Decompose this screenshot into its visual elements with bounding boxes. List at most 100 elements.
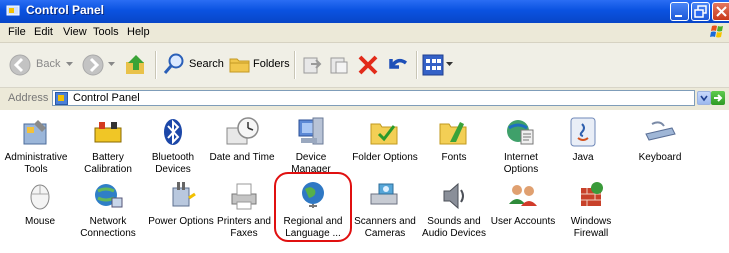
minimize-button[interactable]: [670, 2, 689, 21]
toolbar: Back Search Folders: [0, 43, 729, 88]
item-label: Bluetooth: [151, 152, 195, 163]
item-power-options[interactable]: Power Options: [145, 178, 217, 228]
undo-icon[interactable]: [386, 53, 410, 77]
item-label: Power Options: [148, 216, 214, 227]
maximize-button[interactable]: [691, 2, 710, 21]
chevron-down-icon[interactable]: [66, 62, 73, 67]
item-label: Devices: [155, 164, 191, 175]
item-label: Network: [89, 216, 127, 227]
address-bar: Address Control Panel: [0, 88, 729, 111]
control-panel-icon: [6, 5, 20, 16]
back-arrow-icon[interactable]: [8, 53, 32, 77]
menu-bar: File Edit View Tools Help: [0, 23, 729, 43]
keyboard-icon: [645, 121, 676, 141]
item-fonts[interactable]: Fonts: [418, 114, 490, 164]
clock-icon: [226, 117, 259, 145]
mouse-icon: [30, 184, 50, 210]
item-printers-and-faxes[interactable]: Printers and Faxes: [208, 178, 280, 240]
chevron-down-icon: [700, 95, 708, 102]
speaker-icon: [443, 182, 464, 210]
minimize-icon: [675, 15, 682, 17]
up-folder-icon[interactable]: [124, 52, 148, 76]
title-bar[interactable]: Control Panel: [0, 0, 729, 23]
item-network-connections[interactable]: Network Connections: [72, 178, 144, 240]
go-arrow-icon: [714, 94, 723, 102]
control-panel-icon: [55, 92, 68, 105]
views-icon[interactable]: [422, 54, 444, 76]
item-label: Sounds and: [427, 216, 481, 227]
item-label: Options: [503, 164, 539, 175]
restore-icon: [694, 5, 707, 18]
bluetooth-icon: [164, 119, 182, 145]
item-date-and-time[interactable]: Date and Time: [206, 114, 278, 164]
menu-tools[interactable]: Tools: [93, 26, 119, 38]
chevron-down-icon[interactable]: [446, 62, 453, 67]
network-icon: [95, 184, 123, 208]
item-label: Device: [295, 152, 327, 163]
users-icon: [509, 185, 537, 206]
address-value: Control Panel: [73, 92, 140, 104]
folder-options-icon: [370, 123, 398, 145]
folders-icon[interactable]: [228, 53, 252, 75]
close-button[interactable]: [712, 2, 729, 21]
battery-icon: [94, 122, 122, 143]
item-mouse[interactable]: Mouse: [4, 178, 76, 228]
item-label: Audio Devices: [422, 228, 486, 239]
copy-to-icon[interactable]: [328, 54, 350, 76]
item-label: Tools: [24, 164, 48, 175]
item-label: Folder Options: [352, 152, 418, 163]
fonts-folder-icon: [439, 122, 467, 145]
item-label: Battery: [92, 152, 124, 163]
power-icon: [172, 182, 196, 207]
item-label: Fonts: [441, 152, 467, 163]
item-folder-options[interactable]: Folder Options: [349, 114, 421, 164]
item-device-manager[interactable]: Device Manager: [275, 114, 347, 176]
device-manager-icon: [298, 117, 324, 145]
item-label: Scanners and: [354, 216, 416, 227]
item-battery-calibration[interactable]: Battery Calibration: [72, 114, 144, 176]
item-label: Windows: [570, 216, 612, 227]
item-label: Mouse: [24, 216, 55, 227]
windows-logo-icon: [710, 25, 723, 38]
item-windows-firewall[interactable]: Windows Firewall: [555, 178, 627, 240]
item-administrative-tools[interactable]: Administrative Tools: [0, 114, 72, 176]
address-dropdown-button[interactable]: [697, 91, 711, 105]
item-label: Cameras: [364, 228, 406, 239]
close-icon: [716, 6, 727, 17]
item-label: Connections: [80, 228, 136, 239]
item-keyboard[interactable]: Keyboard: [624, 114, 696, 164]
firewall-icon: [581, 182, 603, 206]
item-label: Printers and: [217, 216, 271, 227]
item-scanners-and-cameras[interactable]: Scanners and Cameras: [349, 178, 421, 240]
chevron-down-icon[interactable]: [108, 62, 115, 67]
item-bluetooth-devices[interactable]: Bluetooth Devices: [137, 114, 209, 176]
address-label: Address: [8, 92, 49, 104]
forward-arrow-icon[interactable]: [81, 53, 105, 77]
item-label: Keyboard: [638, 152, 682, 163]
window-title: Control Panel: [26, 3, 105, 17]
item-label: Faxes: [230, 228, 258, 239]
menu-help[interactable]: Help: [127, 26, 150, 38]
item-label: User Accounts: [490, 216, 556, 227]
highlight-annotation: [274, 172, 352, 242]
scanner-icon: [370, 183, 398, 205]
item-label: Administrative: [4, 152, 68, 163]
back-label[interactable]: Back: [36, 58, 60, 70]
item-java[interactable]: Java: [547, 114, 619, 164]
menu-view[interactable]: View: [63, 26, 87, 38]
search-label[interactable]: Search: [189, 58, 224, 70]
delete-icon[interactable]: [357, 54, 379, 76]
item-sounds-and-audio[interactable]: Sounds and Audio Devices: [418, 178, 490, 240]
item-label: Java: [572, 152, 594, 163]
item-label: Firewall: [573, 228, 609, 239]
java-icon: [570, 117, 596, 147]
go-button[interactable]: [711, 91, 725, 105]
item-label: Calibration: [84, 164, 132, 175]
menu-edit[interactable]: Edit: [34, 26, 53, 38]
folders-label[interactable]: Folders: [253, 58, 290, 70]
search-icon[interactable]: [162, 52, 186, 76]
item-user-accounts[interactable]: User Accounts: [487, 178, 559, 228]
menu-file[interactable]: File: [8, 26, 26, 38]
address-field[interactable]: Control Panel: [52, 90, 695, 106]
move-to-icon[interactable]: [301, 54, 323, 76]
